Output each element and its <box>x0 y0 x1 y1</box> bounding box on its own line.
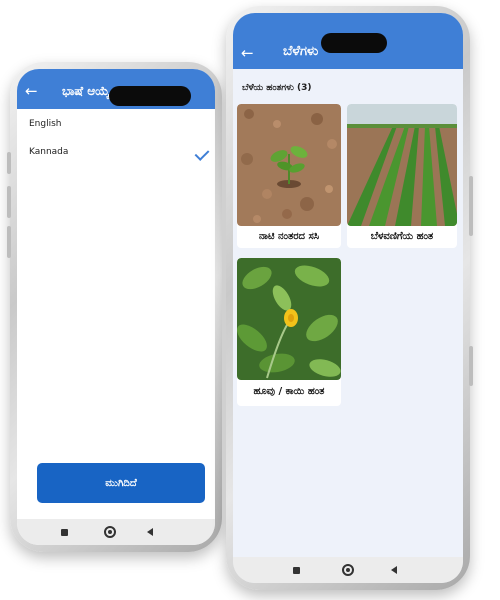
phone-crop-stages-screen: ← ಬೆಳೆಗಳು ಬೆಳೆಯ ಹಂತಗಳು (3) ನಾಟಿ ನಂತರದ ಸಸ… <box>226 6 473 590</box>
page-title: ಬೆಳೆಗಳು <box>283 44 319 59</box>
stage-label: ಹೂವು / ಕಾಯಿ ಹಂತ <box>253 386 325 397</box>
side-button <box>469 176 473 236</box>
crop-field-image <box>347 104 457 226</box>
recent-apps-icon[interactable] <box>293 567 300 574</box>
side-button <box>7 186 11 218</box>
home-icon[interactable] <box>104 526 116 538</box>
seedling-image <box>237 104 341 226</box>
recent-apps-icon[interactable] <box>61 529 68 536</box>
language-screen: ← ಭಾಷೆ ಆಯ್ಕೆ ಮಾಡಿ English Kannada ಮುಗಿದಿ… <box>17 69 215 545</box>
flowering-plant-image <box>237 258 341 380</box>
phone-language-screen: ← ಭಾಷೆ ಆಯ್ಕೆ ಮಾಡಿ English Kannada ಮುಗಿದಿ… <box>7 62 222 552</box>
stage-label: ಬೆಳವಣಿಗೆಯ ಹಂತ <box>370 231 434 242</box>
crop-stages-screen: ← ಬೆಳೆಗಳು ಬೆಳೆಯ ಹಂತಗಳು (3) ನಾಟಿ ನಂತರದ ಸಸ… <box>233 13 463 583</box>
back-triangle-icon[interactable] <box>391 566 397 574</box>
system-nav-bar <box>233 557 463 583</box>
done-button[interactable]: ಮುಗಿದಿದೆ <box>37 463 205 503</box>
side-button <box>7 226 11 258</box>
back-arrow-icon[interactable]: ← <box>25 82 38 100</box>
stage-card-seedling[interactable]: ನಾಟಿ ನಂತರದ ಸಸಿ <box>237 104 341 248</box>
back-arrow-icon[interactable]: ← <box>241 44 254 62</box>
section-label: ಬೆಳೆಯ ಹಂತಗಳು (3) <box>242 83 312 93</box>
stage-card-flowering[interactable]: ಹೂವು / ಕಾಯಿ ಹಂತ <box>237 258 341 406</box>
back-triangle-icon[interactable] <box>147 528 153 536</box>
checkmark-icon <box>194 146 210 161</box>
side-button <box>469 346 473 386</box>
home-icon[interactable] <box>342 564 354 576</box>
stage-label: ನಾಟಿ ನಂತರದ ಸಸಿ <box>258 231 320 242</box>
camera-notch <box>321 33 387 53</box>
system-nav-bar <box>17 519 215 545</box>
stage-card-vegetative[interactable]: ಬೆಳವಣಿಗೆಯ ಹಂತ <box>347 104 457 248</box>
language-option-kannada[interactable]: Kannada <box>29 147 68 157</box>
language-option-english[interactable]: English <box>29 119 62 129</box>
side-button <box>7 152 11 174</box>
camera-notch <box>109 86 191 106</box>
